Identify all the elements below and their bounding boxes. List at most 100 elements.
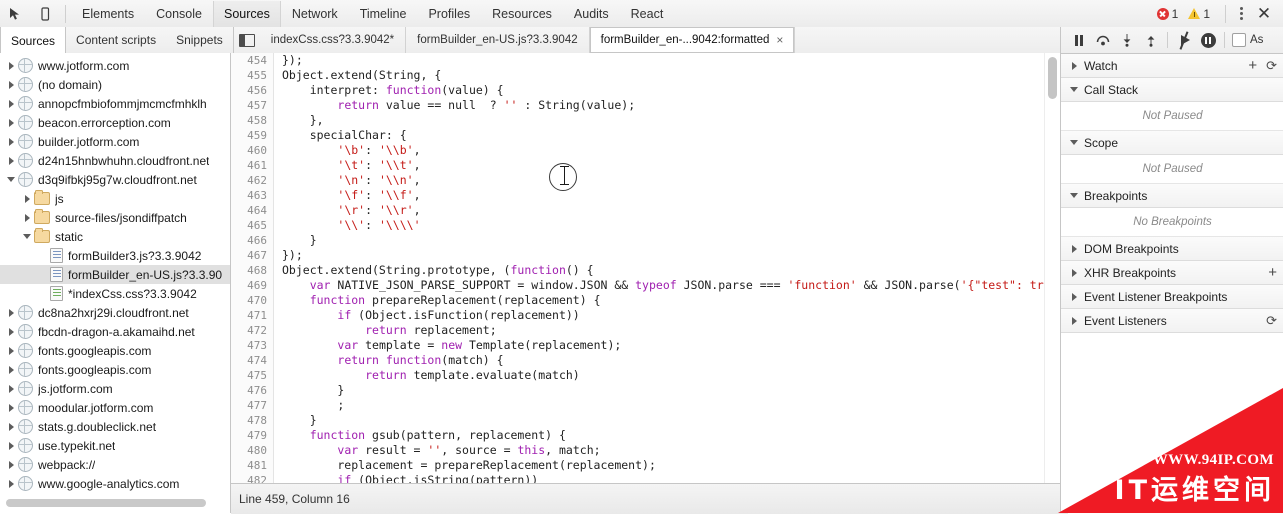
code-text[interactable]: } <box>274 413 317 428</box>
tree-item[interactable]: beacon.errorception.com <box>0 113 230 132</box>
chevron-down-icon[interactable] <box>20 234 34 239</box>
code-text[interactable]: if (Object.isString(pattern)) <box>274 473 538 483</box>
line-number[interactable]: 456 <box>231 83 274 98</box>
tree-item[interactable]: fonts.googleapis.com <box>0 341 230 360</box>
tree-item[interactable]: source-files/jsondiffpatch <box>0 208 230 227</box>
line-number[interactable]: 478 <box>231 413 274 428</box>
code-line[interactable]: 470 function prepareReplacement(replacem… <box>231 293 1060 308</box>
tab-resources[interactable]: Resources <box>481 1 563 27</box>
code-text[interactable]: }); <box>274 248 303 263</box>
device-toolbar-icon[interactable] <box>30 1 60 27</box>
chevron-right-icon[interactable] <box>4 460 18 469</box>
refresh-icon[interactable]: ⟳ <box>1266 59 1277 72</box>
line-number[interactable]: 470 <box>231 293 274 308</box>
code-line[interactable]: 482 if (Object.isString(pattern)) <box>231 473 1060 483</box>
code-text[interactable]: '\t': '\\t', <box>274 158 420 173</box>
code-text[interactable]: var NATIVE_JSON_PARSE_SUPPORT = window.J… <box>274 278 1060 293</box>
source-code-editor[interactable]: 454}); 455 Object.extend(String, {456 inte… <box>231 53 1060 483</box>
sidebar-horizontal-scrollbar[interactable] <box>6 499 206 507</box>
tree-item[interactable]: stats.g.doubleclick.net <box>0 417 230 436</box>
code-text[interactable]: return function(match) { <box>274 353 503 368</box>
line-number[interactable]: 471 <box>231 308 274 323</box>
tree-item[interactable]: d24n15hnbwhuhn.cloudfront.net <box>0 151 230 170</box>
chevron-right-icon[interactable] <box>20 213 34 222</box>
chevron-right-icon[interactable] <box>4 118 18 127</box>
close-icon[interactable]: ✕ <box>1251 1 1277 27</box>
code-text[interactable]: var template = new Template(replacement)… <box>274 338 621 353</box>
code-text[interactable]: ; <box>274 398 344 413</box>
tree-item[interactable]: dc8na2hxrj29i.cloudfront.net <box>0 303 230 322</box>
code-line[interactable]: 455 Object.extend(String, { <box>231 68 1060 83</box>
step-out-button[interactable] <box>1139 28 1163 52</box>
code-line[interactable]: 480 var result = '', source = this, matc… <box>231 443 1060 458</box>
tree-item[interactable]: webpack:// <box>0 455 230 474</box>
tree-item[interactable]: www.jotform.com <box>0 56 230 75</box>
chevron-right-icon[interactable] <box>4 61 18 70</box>
line-number[interactable]: 460 <box>231 143 274 158</box>
code-line[interactable]: 478 } <box>231 413 1060 428</box>
line-number[interactable]: 472 <box>231 323 274 338</box>
code-line[interactable]: 468 Object.extend(String.prototype, (func… <box>231 263 1060 278</box>
code-line[interactable]: 460 '\b': '\\b', <box>231 143 1060 158</box>
line-number[interactable]: 479 <box>231 428 274 443</box>
code-line[interactable]: 472 return replacement; <box>231 323 1060 338</box>
refresh-icon[interactable]: ⟳ <box>1266 314 1277 327</box>
code-text[interactable]: replacement = prepareReplacement(replace… <box>274 458 656 473</box>
line-number[interactable]: 463 <box>231 188 274 203</box>
tree-item[interactable]: fonts.googleapis.com <box>0 360 230 379</box>
tree-item[interactable]: formBuilder_en-US.js?3.3.90 <box>0 265 230 284</box>
editor-scrollbar-track[interactable] <box>1044 53 1060 483</box>
chevron-right-icon[interactable] <box>1067 244 1081 253</box>
line-number[interactable]: 482 <box>231 473 274 483</box>
tree-item[interactable]: www.google-analytics.com <box>0 474 230 493</box>
code-line[interactable]: 466 } <box>231 233 1060 248</box>
chevron-down-icon[interactable] <box>1067 140 1081 145</box>
tree-item[interactable]: annopcfmbiofommjmcmcfmhklh <box>0 94 230 113</box>
code-line[interactable]: 458 }, <box>231 113 1060 128</box>
line-number[interactable]: 475 <box>231 368 274 383</box>
section-header[interactable]: Call Stack <box>1061 78 1283 102</box>
deactivate-breakpoints-button[interactable] <box>1172 28 1196 52</box>
line-number[interactable]: 468 <box>231 263 274 278</box>
tree-item[interactable]: *indexCss.css?3.3.9042 <box>0 284 230 303</box>
code-line[interactable]: 479 function gsub(pattern, replacement) … <box>231 428 1060 443</box>
line-number[interactable]: 467 <box>231 248 274 263</box>
tree-item[interactable]: js.jotform.com <box>0 379 230 398</box>
code-line[interactable]: 476 } <box>231 383 1060 398</box>
tree-item[interactable]: use.typekit.net <box>0 436 230 455</box>
code-text[interactable]: } <box>274 383 344 398</box>
tree-item[interactable]: builder.jotform.com <box>0 132 230 151</box>
line-number[interactable]: 465 <box>231 218 274 233</box>
line-number[interactable]: 459 <box>231 128 274 143</box>
code-text[interactable]: if (Object.isFunction(replacement)) <box>274 308 579 323</box>
chevron-right-icon[interactable] <box>1067 268 1081 277</box>
code-text[interactable]: } <box>274 233 317 248</box>
section-header[interactable]: DOM Breakpoints <box>1061 237 1283 261</box>
section-header[interactable]: Breakpoints <box>1061 184 1283 208</box>
code-line[interactable]: 464 '\r': '\\r', <box>231 203 1060 218</box>
tree-item[interactable]: (no domain) <box>0 75 230 94</box>
step-over-button[interactable] <box>1091 28 1115 52</box>
section-header[interactable]: XHR Breakpoints + <box>1061 261 1283 285</box>
code-line[interactable]: 461 '\t': '\\t', <box>231 158 1060 173</box>
code-text[interactable]: return template.evaluate(match) <box>274 368 580 383</box>
line-number[interactable]: 477 <box>231 398 274 413</box>
code-line[interactable]: 457 return value == null ? '' : String(v… <box>231 98 1060 113</box>
chevron-right-icon[interactable] <box>1067 292 1081 301</box>
code-text[interactable]: '\r': '\\r', <box>274 203 420 218</box>
nav-tab-sources[interactable]: Sources <box>0 27 67 54</box>
code-text[interactable]: var result = '', source = this, match; <box>274 443 600 458</box>
inspect-cursor-icon[interactable] <box>0 1 30 27</box>
code-line[interactable]: 454}); <box>231 53 1060 68</box>
code-line[interactable]: 462 '\n': '\\n', <box>231 173 1060 188</box>
line-number[interactable]: 455 <box>231 68 274 83</box>
code-text[interactable]: '\b': '\\b', <box>274 143 420 158</box>
chevron-right-icon[interactable] <box>4 346 18 355</box>
line-number[interactable]: 473 <box>231 338 274 353</box>
close-tab-icon[interactable]: × <box>776 33 783 47</box>
async-checkbox-box[interactable] <box>1232 33 1246 47</box>
chevron-down-icon[interactable] <box>1067 193 1081 198</box>
add-icon[interactable]: + <box>1268 265 1277 280</box>
chevron-down-icon[interactable] <box>4 177 18 182</box>
tree-item[interactable]: d3q9ifbkj95g7w.cloudfront.net <box>0 170 230 189</box>
